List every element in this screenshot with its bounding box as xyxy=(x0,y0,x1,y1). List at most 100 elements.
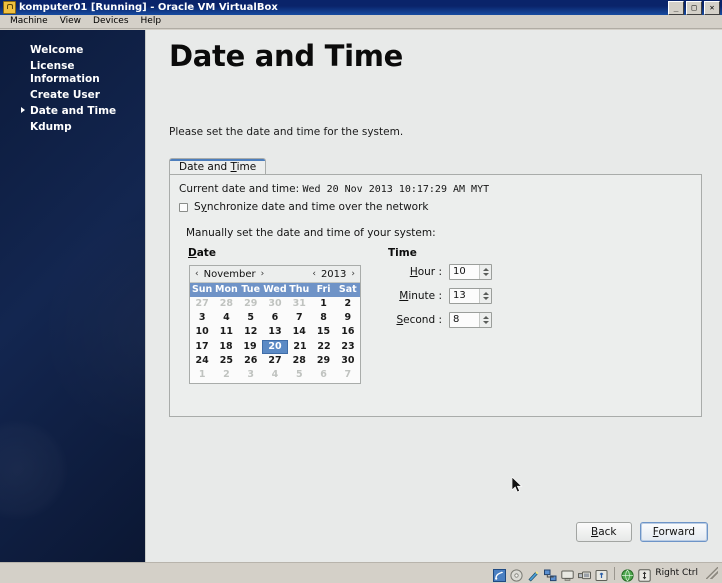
close-button[interactable]: ✕ xyxy=(704,1,720,15)
calendar-day[interactable]: 13 xyxy=(263,325,287,339)
prev-month-icon[interactable]: ‹ xyxy=(195,269,199,279)
menu-machine[interactable]: Machine xyxy=(4,15,54,28)
weekday-mon: Mon xyxy=(215,284,238,295)
vbox-statusbar: Right Ctrl xyxy=(0,562,722,583)
back-button[interactable]: Back xyxy=(575,522,632,542)
current-datetime-row: Current date and time: Wed 20 Nov 2013 1… xyxy=(179,183,489,195)
chevron-down-icon[interactable] xyxy=(482,320,489,324)
tab-date-and-time[interactable]: Date and Time xyxy=(169,158,267,175)
calendar-day[interactable]: 25 xyxy=(214,354,238,368)
second-spinner[interactable]: 8 xyxy=(449,311,492,328)
prev-year-icon[interactable]: ‹ xyxy=(312,269,316,279)
calendar-day[interactable]: 7 xyxy=(336,368,360,382)
weekday-wed: Wed xyxy=(263,284,287,295)
manual-instruction: Manually set the date and time of your s… xyxy=(186,227,436,239)
calendar-day[interactable]: 19 xyxy=(238,340,262,354)
vbox-machine-icon xyxy=(3,1,16,14)
hour-input[interactable]: 10 xyxy=(450,265,479,279)
calendar-day[interactable]: 3 xyxy=(190,311,214,325)
second-input[interactable]: 8 xyxy=(450,313,479,327)
network-icon[interactable] xyxy=(544,567,557,581)
floppy-disk-icon[interactable] xyxy=(527,567,540,582)
maximize-button[interactable]: □ xyxy=(686,1,702,15)
calendar-day[interactable]: 26 xyxy=(239,354,263,368)
calendar-day[interactable]: 2 xyxy=(214,368,238,382)
calendar-day[interactable]: 4 xyxy=(214,311,238,325)
calendar-day[interactable]: 1 xyxy=(190,368,214,382)
display-icon[interactable] xyxy=(561,567,575,581)
calendar-day[interactable]: 14 xyxy=(287,325,311,339)
chevron-down-icon[interactable] xyxy=(482,272,489,276)
calendar-day[interactable]: 1 xyxy=(311,297,335,311)
hard-disk-icon[interactable] xyxy=(493,567,507,582)
calendar-day[interactable]: 7 xyxy=(287,311,311,325)
menu-devices[interactable]: Devices xyxy=(87,15,134,28)
optical-disk-icon[interactable] xyxy=(510,567,524,582)
resize-grip[interactable] xyxy=(706,567,718,579)
calendar-day[interactable]: 10 xyxy=(190,325,214,339)
sidebar-item-create-user[interactable]: Create User xyxy=(0,87,146,103)
tab-label-post: ime xyxy=(236,161,257,173)
sync-network-row[interactable]: Synchronize date and time over the netwo… xyxy=(179,201,429,213)
calendar-day[interactable]: 5 xyxy=(239,311,263,325)
minute-input[interactable]: 13 xyxy=(450,289,479,303)
chevron-down-icon[interactable] xyxy=(482,296,489,300)
calendar-day[interactable]: 9 xyxy=(336,311,360,325)
hour-stepper[interactable] xyxy=(479,264,491,279)
minute-stepper[interactable] xyxy=(479,288,491,303)
forward-button[interactable]: Forward xyxy=(639,522,708,542)
weekday-tue: Tue xyxy=(241,284,261,295)
hour-accel: H xyxy=(409,265,418,278)
calendar-day[interactable]: 28 xyxy=(287,354,311,368)
calendar-day[interactable]: 12 xyxy=(239,325,263,339)
sidebar-item-welcome[interactable]: Welcome xyxy=(0,42,146,58)
calendar-day[interactable]: 21 xyxy=(288,340,312,354)
calendar-day[interactable]: 3 xyxy=(239,368,263,382)
chevron-up-icon[interactable] xyxy=(482,291,489,295)
calendar-day[interactable]: 8 xyxy=(311,311,335,325)
calendar-day[interactable]: 17 xyxy=(190,340,214,354)
calendar-year: 2013 xyxy=(320,268,347,280)
calendar-day[interactable]: 29 xyxy=(239,297,263,311)
calendar-day[interactable]: 31 xyxy=(287,297,311,311)
sync-network-checkbox[interactable] xyxy=(179,202,188,212)
chevron-up-icon[interactable] xyxy=(482,267,489,271)
sidebar-item-kdump[interactable]: Kdump xyxy=(0,119,146,135)
sidebar-item-date-and-time[interactable]: Date and Time xyxy=(0,103,146,119)
usb-icon[interactable] xyxy=(595,567,608,581)
calendar-day[interactable]: 4 xyxy=(263,368,287,382)
calendar-day[interactable]: 2 xyxy=(336,297,360,311)
sidebar-item-license-information[interactable]: License Information xyxy=(0,58,146,87)
calendar-day[interactable]: 6 xyxy=(311,368,335,382)
calendar-day[interactable]: 28 xyxy=(214,297,238,311)
calendar-day[interactable]: 22 xyxy=(312,340,336,354)
menu-view[interactable]: View xyxy=(54,15,87,28)
minimize-button[interactable]: _ xyxy=(668,1,684,15)
host-key-badge-icon xyxy=(638,567,652,582)
calendar-day[interactable]: 15 xyxy=(311,325,335,339)
calendar-day[interactable]: 11 xyxy=(214,325,238,339)
calendar-weekday-row: Sun Mon Tue Wed Thu Fri Sat xyxy=(190,283,360,297)
minute-spinner[interactable]: 13 xyxy=(449,287,492,304)
calendar-day[interactable]: 30 xyxy=(263,297,287,311)
next-year-icon[interactable]: › xyxy=(351,269,355,279)
calendar-day[interactable]: 27 xyxy=(190,297,214,311)
menu-help[interactable]: Help xyxy=(135,15,168,28)
calendar-day[interactable]: 24 xyxy=(190,354,214,368)
calendar-day[interactable]: 18 xyxy=(214,340,238,354)
calendar-day[interactable]: 16 xyxy=(336,325,360,339)
calendar-day[interactable]: 29 xyxy=(311,354,335,368)
second-stepper[interactable] xyxy=(479,312,491,327)
close-icon: ✕ xyxy=(709,3,715,12)
calendar-day-selected[interactable]: 20 xyxy=(262,339,288,354)
chevron-up-icon[interactable] xyxy=(482,315,489,319)
shared-folders-icon[interactable] xyxy=(578,567,592,580)
next-month-icon[interactable]: › xyxy=(261,269,265,279)
calendar-day[interactable]: 27 xyxy=(263,354,287,368)
calendar-day[interactable]: 5 xyxy=(287,368,311,382)
hour-spinner[interactable]: 10 xyxy=(449,263,492,280)
calendar-day[interactable]: 30 xyxy=(336,354,360,368)
calendar-day[interactable]: 6 xyxy=(263,311,287,325)
calendar[interactable]: ‹ November › ‹ 2013 › Sun Mon Tue Wed Th… xyxy=(189,265,361,385)
calendar-day[interactable]: 23 xyxy=(336,340,360,354)
